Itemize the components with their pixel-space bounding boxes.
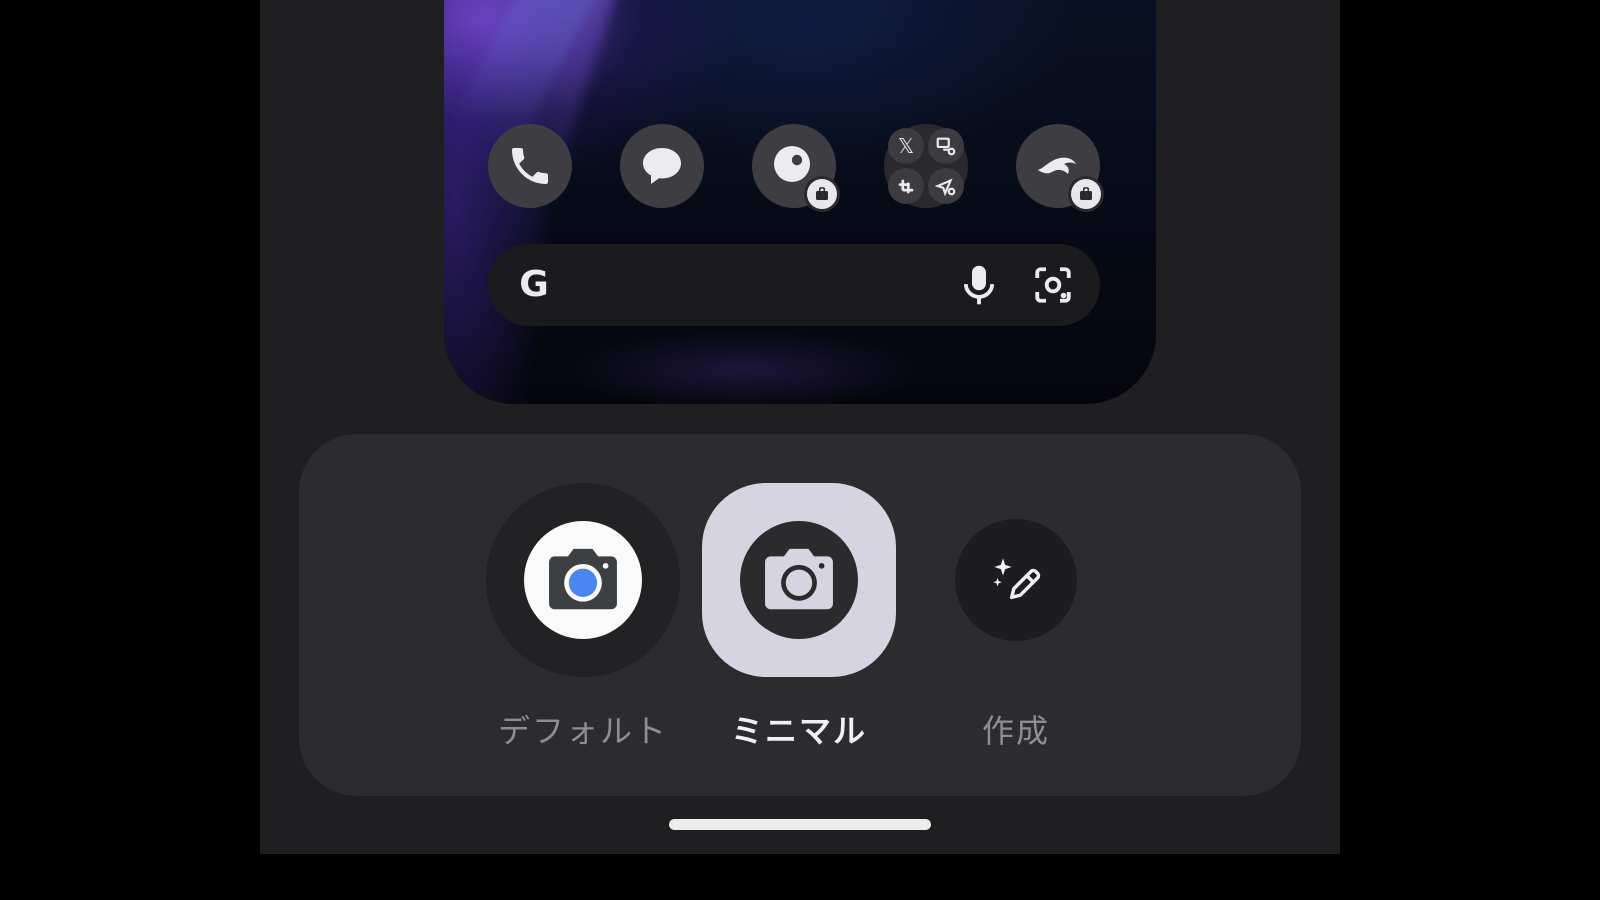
slack-icon bbox=[888, 168, 924, 204]
x-icon: 𝕏 bbox=[888, 128, 924, 164]
phone-screen: 𝕏 G デフォルト ミニマル 作成 bbox=[260, 0, 1340, 854]
icon-style-panel: デフォルト ミニマル 作成 bbox=[299, 434, 1301, 796]
home-screen-preview: 𝕏 G bbox=[444, 0, 1156, 404]
style-option-create[interactable] bbox=[955, 519, 1077, 641]
bird-app-icon bbox=[1016, 124, 1104, 212]
work-badge-icon bbox=[804, 176, 840, 212]
svg-text:G: G bbox=[519, 264, 549, 304]
search-bar: G bbox=[488, 244, 1100, 326]
sparkle-pencil-icon bbox=[993, 558, 1041, 600]
google-logo-icon: G bbox=[519, 264, 549, 304]
phone-icon bbox=[488, 124, 572, 208]
gesture-home-bar[interactable] bbox=[669, 819, 931, 830]
style-label-create: 作成 bbox=[981, 712, 1050, 750]
style-option-default[interactable] bbox=[486, 483, 680, 677]
chat-app-icon bbox=[752, 124, 840, 212]
wallpaper-glow bbox=[564, 330, 924, 404]
work-badge-icon bbox=[1068, 176, 1104, 212]
messages-icon bbox=[620, 124, 704, 208]
style-option-minimal[interactable] bbox=[702, 483, 896, 677]
lens-icon bbox=[1035, 267, 1071, 303]
camera-mono-icon bbox=[740, 521, 858, 639]
remote-icon bbox=[928, 128, 964, 164]
style-label-default: デフォルト bbox=[497, 712, 668, 750]
x-glyph: 𝕏 bbox=[897, 134, 915, 158]
style-label-minimal: ミニマル bbox=[730, 712, 867, 750]
microphone-icon bbox=[963, 265, 995, 305]
send-icon bbox=[928, 168, 964, 204]
app-folder: 𝕏 bbox=[884, 124, 968, 208]
camera-color-icon bbox=[524, 521, 642, 639]
